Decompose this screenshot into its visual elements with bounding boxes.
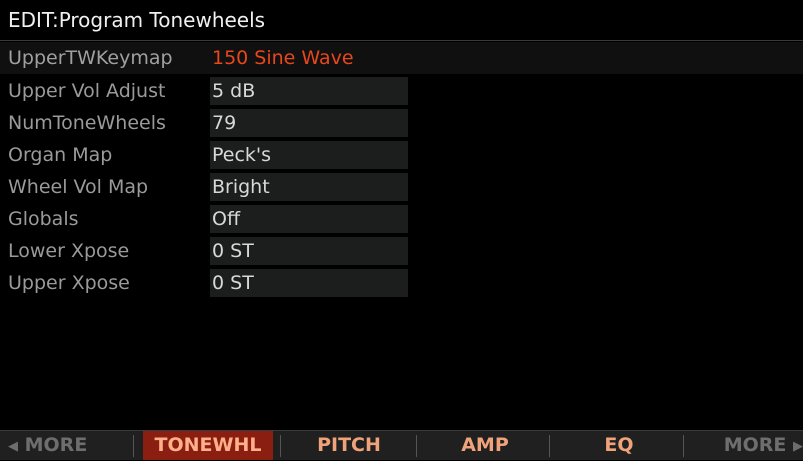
more-right-label: MORE <box>723 434 787 456</box>
param-row-upper-xpose[interactable]: Upper Xpose 0 ST <box>0 267 803 299</box>
more-left-label: MORE <box>24 434 88 456</box>
param-row-organ-map[interactable]: Organ Map Peck's <box>0 139 803 171</box>
param-row-numtonewheels[interactable]: NumToneWheels 79 <box>0 107 803 139</box>
param-value[interactable]: Off <box>210 205 408 233</box>
soft-divider <box>549 435 550 457</box>
soft-divider <box>133 435 134 457</box>
right-arrow-icon: ▶ <box>793 439 803 454</box>
title-divider <box>0 40 803 41</box>
soft-divider <box>280 435 281 457</box>
more-left-button[interactable]: ◀ MORE <box>8 431 126 460</box>
param-row-wheel-vol-map[interactable]: Wheel Vol Map Bright <box>0 171 803 203</box>
param-label: Wheel Vol Map <box>8 176 149 198</box>
param-value[interactable]: 5 dB <box>210 77 408 105</box>
left-arrow-icon: ◀ <box>8 439 18 454</box>
param-label: Organ Map <box>8 144 113 166</box>
param-label: UpperTWKeymap <box>8 47 173 69</box>
param-label: Upper Xpose <box>8 272 130 294</box>
soft-divider <box>683 435 684 457</box>
param-value[interactable]: 0 ST <box>210 237 408 265</box>
param-row-lower-xpose[interactable]: Lower Xpose 0 ST <box>0 235 803 267</box>
param-value[interactable]: Peck's <box>210 141 408 169</box>
more-right-button[interactable]: MORE ▶ <box>690 431 803 460</box>
param-value[interactable]: 150 Sine Wave <box>210 44 803 72</box>
tab-eq[interactable]: EQ <box>553 431 685 460</box>
param-row-globals[interactable]: Globals Off <box>0 203 803 235</box>
param-row-upper-vol-adjust[interactable]: Upper Vol Adjust 5 dB <box>0 75 803 107</box>
param-label: NumToneWheels <box>8 112 166 134</box>
soft-button-bar: ◀ MORE TONEWHL PITCH AMP EQ MORE ▶ <box>0 430 803 460</box>
soft-divider <box>416 435 417 457</box>
tab-pitch[interactable]: PITCH <box>285 431 413 460</box>
param-value[interactable]: 79 <box>210 109 408 137</box>
param-label: Upper Vol Adjust <box>8 80 166 102</box>
param-label: Globals <box>8 208 79 230</box>
tab-tonewhl[interactable]: TONEWHL <box>143 431 273 460</box>
param-row-uppertwkeymap[interactable]: UpperTWKeymap 150 Sine Wave <box>0 42 803 74</box>
tab-amp[interactable]: AMP <box>419 431 551 460</box>
param-label: Lower Xpose <box>8 240 130 262</box>
param-value[interactable]: Bright <box>210 173 408 201</box>
page-title: EDIT:Program Tonewheels <box>0 0 803 40</box>
param-value[interactable]: 0 ST <box>210 269 408 297</box>
